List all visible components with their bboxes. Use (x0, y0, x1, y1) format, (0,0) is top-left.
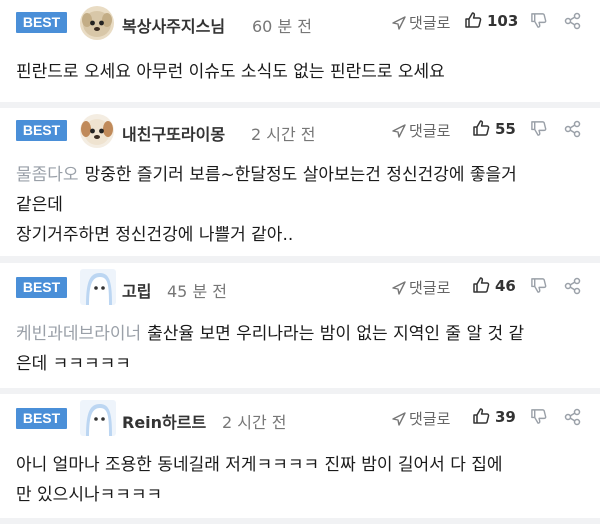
share-button[interactable] (564, 408, 582, 430)
reply-label: 댓글로 (409, 279, 451, 297)
dislike-button[interactable] (530, 12, 547, 33)
share-icon (564, 408, 581, 426)
comment-item: BEST 고립 45 분 전 댓글로 46 케빈과데브라이너 출산율 보면 우리나… (0, 263, 600, 388)
like-button[interactable]: 55 (472, 119, 516, 138)
dislike-button[interactable] (530, 120, 547, 141)
like-count: 55 (495, 120, 516, 138)
comment-line: 케빈과데브라이너 출산율 보면 우리나라는 밤이 없는 지역인 줄 알 것 같 (16, 324, 525, 344)
thumbs-down-icon (531, 121, 547, 136)
comment-header: BEST Rein하르트 2 시간 전 댓글로 39 (0, 394, 600, 438)
dislike-button[interactable] (530, 277, 547, 298)
comment-line: 은데 ㅋㅋㅋㅋㅋ (16, 354, 131, 374)
nickname[interactable]: Rein하르트 (122, 409, 206, 433)
dog-avatar[interactable] (80, 114, 114, 148)
like-button[interactable]: 103 (464, 11, 518, 30)
timestamp: 45 분 전 (167, 282, 227, 301)
comment-line: 아니 얼마나 조용한 동네길래 저게ㅋㅋㅋㅋ 진짜 밤이 길어서 다 집에 (16, 455, 503, 475)
comment-header: BEST 내친구또라이몽 2 시간 전 댓글로 55 (0, 108, 600, 152)
share-button[interactable] (564, 120, 582, 142)
share-icon (564, 120, 581, 138)
reply-arrow-icon (392, 16, 406, 30)
reply-label: 댓글로 (409, 14, 451, 32)
comment-header: BEST 고립 45 분 전 댓글로 46 (0, 263, 600, 307)
reply-label: 댓글로 (409, 122, 451, 140)
referenced-user[interactable]: 케빈과데브라이너 (16, 324, 141, 344)
comment-item: BEST 내친구또라이몽 2 시간 전 댓글로 55 물좀다오 망중한 즐기러 … (0, 108, 600, 256)
share-icon (564, 12, 581, 30)
comment-line: 물좀다오 망중한 즐기러 보름~한달정도 살아보는건 정신건강에 좋을거 (16, 165, 517, 185)
referenced-user[interactable]: 물좀다오 (16, 165, 79, 185)
reply-arrow-icon (392, 281, 406, 295)
reply-button[interactable]: 댓글로 (392, 120, 450, 141)
best-badge: BEST (16, 277, 67, 298)
thumbs-up-icon (473, 408, 490, 424)
comment-line: 만 있으시나ㅋㅋㅋㅋ (16, 485, 163, 505)
comment-line: 핀란드로 오세요 아무런 이슈도 소식도 없는 핀란드로 오세요 (16, 62, 445, 82)
reply-button[interactable]: 댓글로 (392, 408, 450, 429)
like-count: 103 (487, 12, 519, 30)
thumbs-down-icon (531, 278, 547, 293)
thumbs-up-icon (465, 12, 482, 28)
dislike-button[interactable] (530, 408, 547, 429)
best-badge: BEST (16, 408, 67, 429)
share-button[interactable] (564, 12, 582, 34)
like-count: 39 (495, 408, 516, 426)
reply-arrow-icon (392, 124, 406, 138)
reply-button[interactable]: 댓글로 (392, 277, 450, 298)
nickname[interactable]: 내친구또라이몽 (122, 121, 225, 145)
comment-line: 장기거주하면 정신건강에 나쁠거 같아.. (16, 225, 294, 245)
comment-header: BEST 복상사주지스님 60 분 전 댓글로 103 (0, 0, 600, 44)
reply-button[interactable]: 댓글로 (392, 12, 450, 33)
comment-text: 케빈과데브라이너 출산율 보면 우리나라는 밤이 없는 지역인 줄 알 것 같 은… (16, 319, 586, 379)
timestamp: 2 시간 전 (222, 413, 287, 432)
share-icon (564, 277, 581, 295)
comment-item: BEST Rein하르트 2 시간 전 댓글로 39 아니 얼마나 조용한 동네… (0, 394, 600, 518)
like-count: 46 (495, 277, 516, 295)
thumbs-up-icon (473, 277, 490, 293)
thumbs-down-icon (531, 13, 547, 28)
like-button[interactable]: 46 (472, 276, 516, 295)
comment-item: BEST 복상사주지스님 60 분 전 댓글로 103 핀란드로 오세요 아무런… (0, 0, 600, 102)
best-badge: BEST (16, 120, 67, 141)
nickname[interactable]: 복상사주지스님 (122, 13, 225, 37)
comment-text: 물좀다오 망중한 즐기러 보름~한달정도 살아보는건 정신건강에 좋을거 같은데 … (16, 160, 586, 250)
comment-text: 핀란드로 오세요 아무런 이슈도 소식도 없는 핀란드로 오세요 (16, 57, 586, 87)
timestamp: 2 시간 전 (251, 125, 316, 144)
like-button[interactable]: 39 (472, 407, 516, 426)
share-button[interactable] (564, 277, 582, 299)
ghost-avatar[interactable] (80, 400, 116, 436)
nickname[interactable]: 고립 (122, 278, 151, 302)
thumbs-up-icon (473, 120, 490, 136)
comment-text: 아니 얼마나 조용한 동네길래 저게ㅋㅋㅋㅋ 진짜 밤이 길어서 다 집에 만 … (16, 450, 586, 510)
comment-line: 같은데 (16, 195, 63, 215)
reply-label: 댓글로 (409, 410, 451, 428)
timestamp: 60 분 전 (252, 17, 312, 36)
ghost-avatar[interactable] (80, 269, 116, 305)
thumbs-down-icon (531, 409, 547, 424)
dog-avatar[interactable] (80, 6, 114, 40)
best-badge: BEST (16, 12, 67, 33)
reply-arrow-icon (392, 412, 406, 426)
